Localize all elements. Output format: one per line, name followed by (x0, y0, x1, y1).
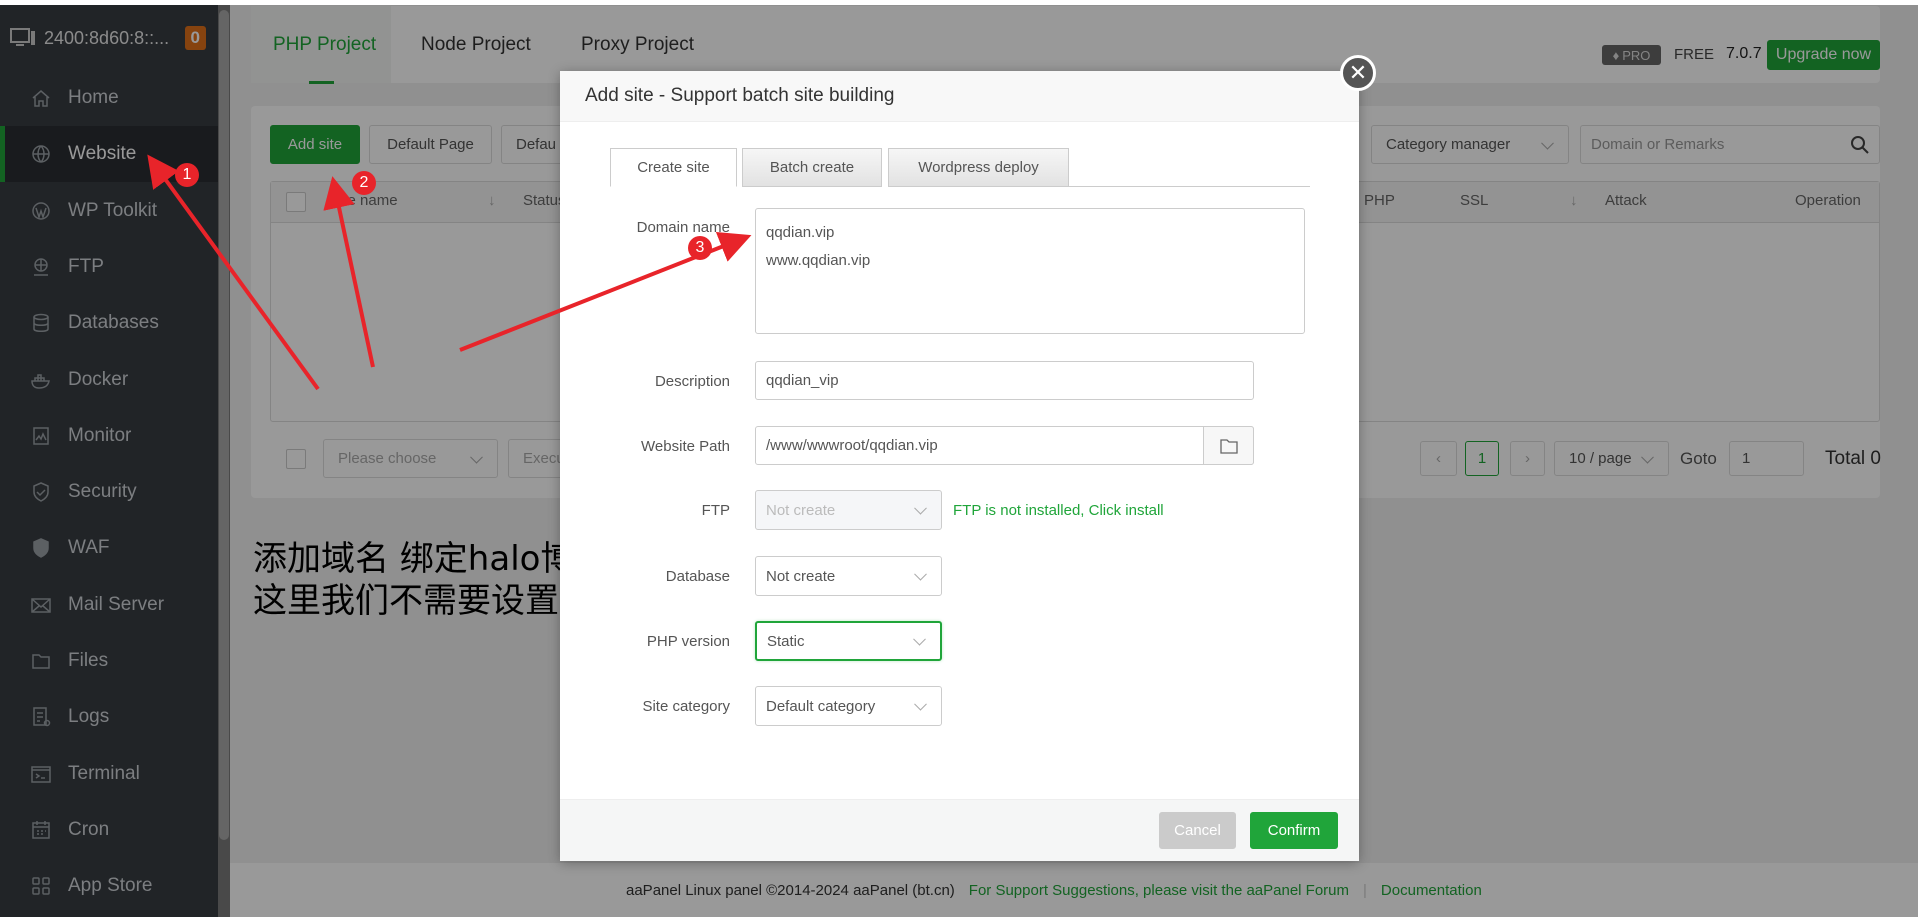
annotation-marker-1: 1 (175, 163, 199, 187)
annotation-arrow-1 (147, 154, 320, 391)
annotation-marker-2: 2 (352, 171, 376, 195)
annotation-marker-3: 3 (688, 236, 712, 260)
annotation-arrow-2 (323, 176, 375, 368)
annotation-arrows (147, 154, 752, 391)
